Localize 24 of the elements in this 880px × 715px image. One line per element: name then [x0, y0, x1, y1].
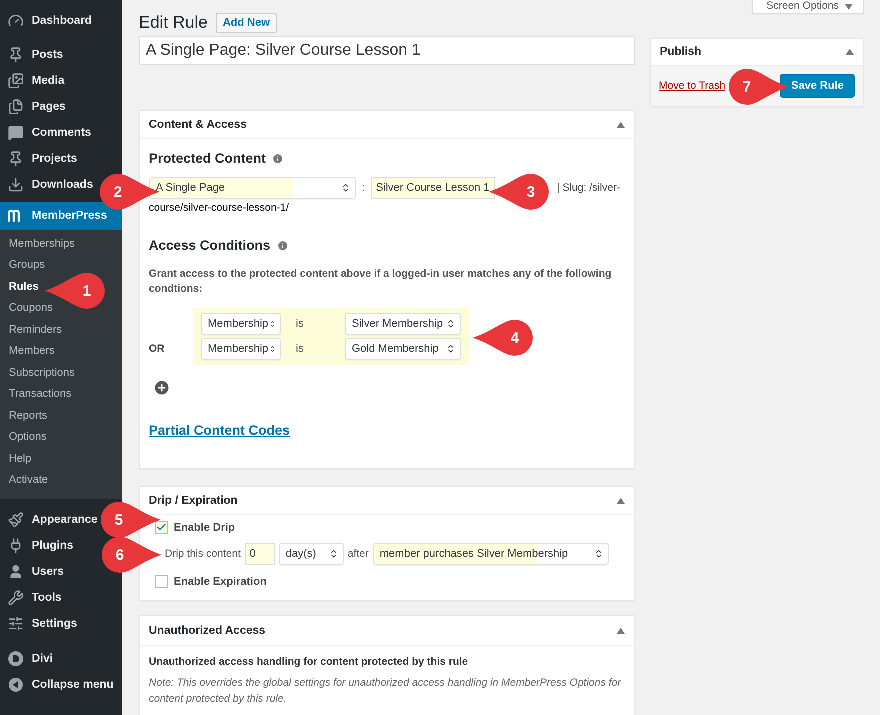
slug-text: | Slug: /silver- — [557, 182, 620, 194]
section-heading: Access Conditions — [149, 238, 271, 253]
step-tooltip: 6 — [101, 536, 163, 574]
description-text: Grant access to the protected content above if a logged-in user matches any of the following condtions: — [149, 267, 613, 297]
note-text: Note: This overrides the global settings for unauthorized access handling in MemberPress Options for content protected by this rule. — [149, 676, 622, 707]
step-tooltip: 3 — [488, 173, 550, 211]
checkbox-label: Enable Expiration — [174, 576, 267, 588]
separator-text: : — [362, 182, 366, 194]
panel-title: Drip / Expiration — [149, 494, 238, 506]
step-tooltip: 4 — [472, 319, 534, 357]
panel-title: Unauthorized Access — [149, 624, 266, 636]
or-label: OR — [149, 342, 166, 357]
section-heading: Protected Content — [149, 151, 266, 166]
drip-label: Drip this content — [165, 548, 241, 560]
step-tooltip: 7 — [728, 68, 790, 106]
page-title: Edit Rule — [139, 13, 208, 33]
checkbox-label: Enable Drip — [174, 522, 236, 534]
section-heading: Unauthorized access handling for content protected by this rule — [149, 656, 470, 668]
after-label: after — [348, 548, 369, 560]
operator-text: is — [295, 343, 305, 355]
panel-title: Content & Access — [149, 118, 247, 130]
operator-text: is — [295, 318, 305, 330]
panel-title: Publish — [660, 46, 702, 58]
slug-text: course/silver-course-lesson-1/ — [149, 201, 290, 216]
